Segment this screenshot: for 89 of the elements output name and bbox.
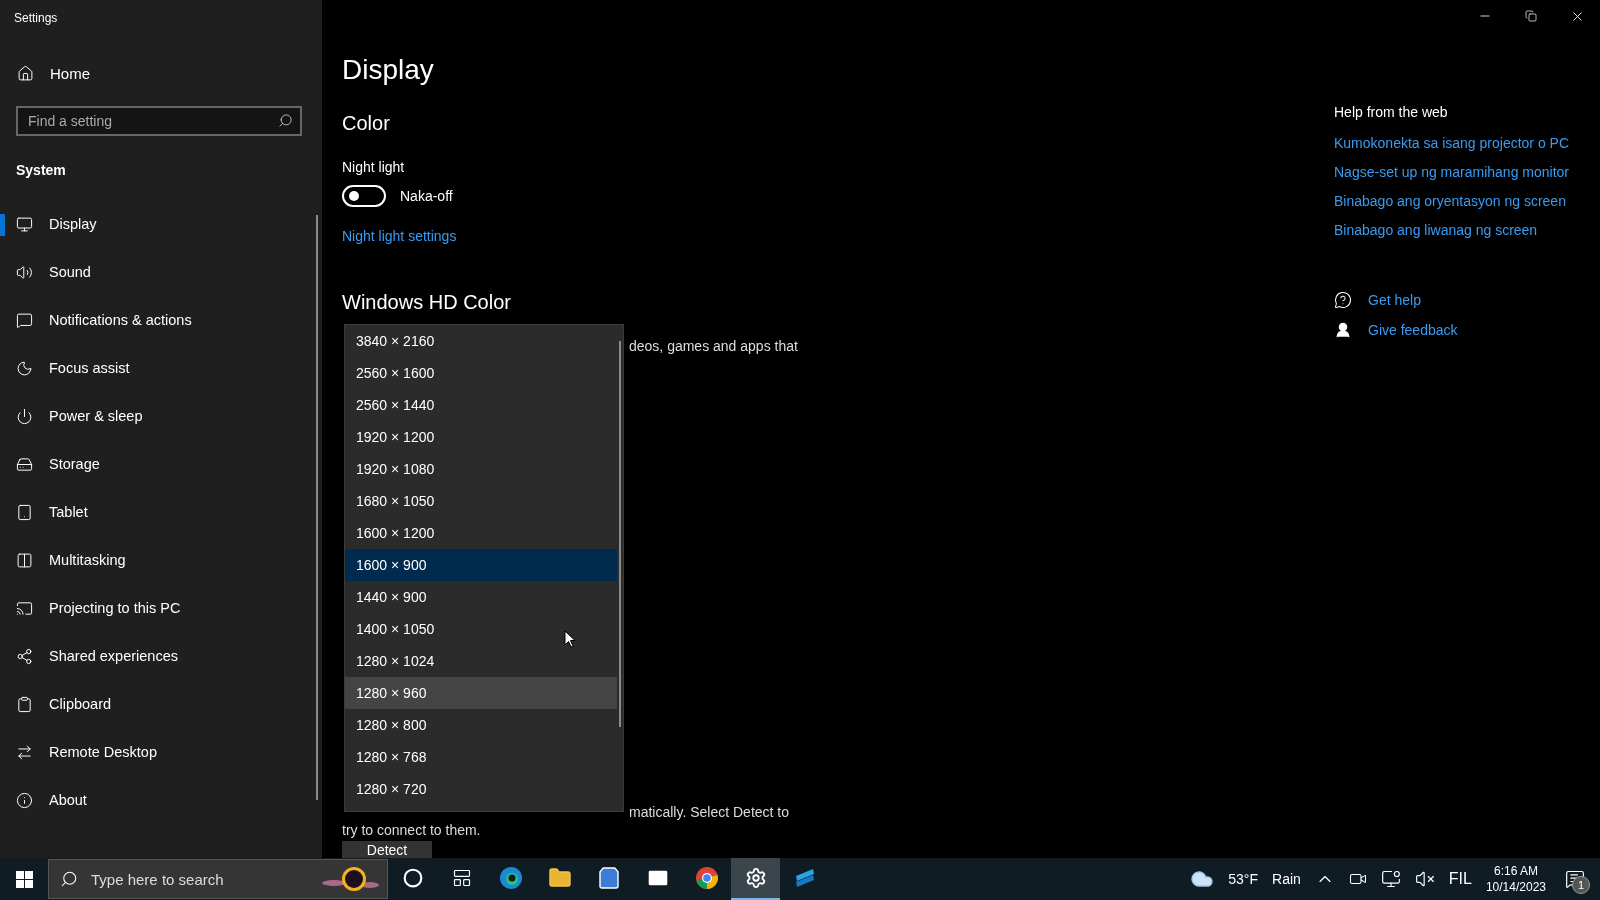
scrollbar[interactable]	[619, 341, 621, 727]
nav-item[interactable]: Multitasking	[0, 536, 322, 584]
dropdown-option[interactable]: 3840 × 2160	[345, 325, 617, 357]
search-icon	[278, 113, 293, 128]
speaker-icon	[16, 263, 33, 281]
nav-item[interactable]: Power & sleep	[0, 392, 322, 440]
dropdown-option[interactable]: 1680 × 1050	[345, 485, 617, 517]
setting-label: Night light	[342, 159, 406, 175]
help-link[interactable]: Binabago ang oryentasyon ng screen	[1334, 193, 1566, 209]
cortana-circle-icon	[402, 868, 423, 888]
search-field[interactable]: Find a setting	[16, 106, 302, 136]
dropdown-option[interactable]: 1400 × 1050	[345, 613, 617, 645]
monitor-icon	[16, 215, 33, 233]
nav-item[interactable]: Tablet	[0, 488, 322, 536]
dropdown-option[interactable]: 1280 × 800	[345, 709, 617, 741]
feedback-link[interactable]: Give feedback	[1368, 322, 1458, 338]
restore-icon	[1525, 10, 1537, 22]
speech-bubble-icon	[16, 311, 33, 329]
eclipse-icon	[320, 865, 380, 893]
dropdown-option[interactable]: 1600 × 1200	[345, 517, 617, 549]
language-indicator[interactable]: FIL	[1448, 870, 1472, 888]
taskbar-search-field[interactable]: Type here to search	[48, 859, 388, 899]
dropdown-option[interactable]: 1280 × 720	[345, 773, 617, 805]
tablet-icon	[16, 503, 33, 521]
settings-link[interactable]: Night light settings	[342, 228, 457, 244]
window-title: Settings	[13, 10, 59, 27]
description-text: try to connect to them.	[342, 822, 481, 838]
dropdown-option[interactable]: 1280 × 768	[345, 741, 617, 773]
multitasking-icon	[16, 551, 33, 569]
network-monitor-icon	[1380, 869, 1401, 889]
help-link[interactable]: Binabago ang liwanag ng screen	[1334, 222, 1538, 238]
description-text: matically. Select Detect to	[629, 804, 790, 820]
muted-speaker-icon	[1414, 869, 1435, 889]
help-link[interactable]: Nagse-set up ng maramihang monitor	[1334, 164, 1569, 180]
folder-icon	[547, 866, 572, 890]
help-heading: Help from the web	[1334, 104, 1449, 120]
nav-item[interactable]: Storage	[0, 440, 322, 488]
dropdown-option[interactable]: 1920 × 1080	[345, 453, 617, 485]
power-icon	[16, 407, 33, 425]
nav-item[interactable]: Shared experiences	[0, 632, 322, 680]
toggle-switch[interactable]	[342, 185, 386, 207]
search-icon	[60, 870, 78, 888]
section-heading: System	[15, 161, 67, 180]
dropdown-option[interactable]: 1280 × 1024	[345, 645, 617, 677]
nav-item[interactable]: Clipboard	[0, 680, 322, 728]
nav-item[interactable]: Projecting to this PC	[0, 584, 322, 632]
help-bubble-icon	[1334, 291, 1352, 309]
dropdown-option[interactable]: 1280 × 960	[345, 677, 617, 709]
section-heading: Windows HD Color	[342, 291, 512, 314]
description-text: deos, games and apps that	[629, 338, 798, 354]
home-link[interactable]: Home	[0, 33, 322, 82]
detect-button[interactable]: Detect	[342, 841, 432, 858]
mouse-cursor-icon	[564, 630, 576, 648]
nav-item[interactable]: About	[0, 776, 322, 824]
dropdown-option[interactable]: 1440 × 900	[345, 581, 617, 613]
toggle-state-text: Naka-off	[400, 188, 453, 204]
nav-item[interactable]: Sound	[0, 248, 322, 296]
home-icon	[17, 65, 34, 82]
windows-logo-icon	[15, 870, 33, 888]
scrollbar[interactable]	[316, 215, 318, 800]
edge-browser-icon	[498, 866, 523, 890]
get-help-link[interactable]: Get help	[1368, 292, 1421, 308]
feedback-person-icon	[1334, 321, 1352, 339]
task-view-icon	[451, 868, 472, 888]
weather-condition: Rain	[1272, 871, 1301, 887]
notification-button[interactable]: 1	[1560, 864, 1590, 894]
page-title: Display	[342, 54, 435, 86]
info-icon	[16, 791, 33, 809]
help-link[interactable]: Kumokonekta sa isang projector o PC	[1334, 135, 1569, 151]
nav-item[interactable]: Focus assist	[0, 344, 322, 392]
dropdown-option[interactable]: 1920 × 1200	[345, 421, 617, 453]
nav-item[interactable]: Notifications & actions	[0, 296, 322, 344]
section-heading: Color	[342, 112, 391, 135]
drive-icon	[16, 455, 33, 473]
weather-temperature: 53°F	[1228, 871, 1258, 887]
clock[interactable]: 6:16 AM 10/14/2023	[1485, 863, 1546, 895]
gear-icon	[744, 867, 767, 889]
dropdown-option[interactable]: 2560 × 1440	[345, 389, 617, 421]
chrome-browser-icon	[694, 866, 719, 890]
share-icon	[16, 647, 33, 665]
dropdown-option[interactable]: 2560 × 1600	[345, 357, 617, 389]
clipboard-icon	[16, 695, 33, 713]
remote-desktop-icon	[16, 743, 33, 761]
dropdown-option[interactable]: 1600 × 900	[345, 549, 617, 581]
projector-icon	[16, 599, 33, 617]
nav-item[interactable]: Remote Desktop	[0, 728, 322, 776]
moon-icon	[16, 359, 33, 377]
taskbar-app-button[interactable]	[731, 858, 780, 900]
nav-item[interactable]: Display	[0, 200, 322, 248]
